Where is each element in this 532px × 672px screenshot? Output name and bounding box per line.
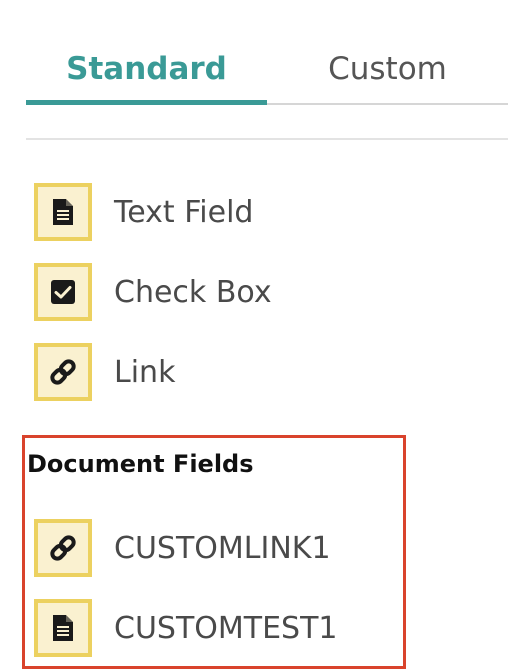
tab-custom[interactable]: Custom bbox=[267, 36, 508, 102]
field-item-link[interactable]: Link bbox=[34, 340, 175, 404]
field-label: Check Box bbox=[114, 274, 272, 310]
document-fields-title: Document Fields bbox=[27, 450, 254, 478]
field-label: CUSTOMLINK1 bbox=[114, 530, 331, 566]
field-palette-panel: Standard Custom Text Field Check Box Lin… bbox=[0, 0, 532, 672]
link-icon bbox=[34, 343, 92, 401]
field-item-customlink1[interactable]: CUSTOMLINK1 bbox=[34, 516, 331, 580]
divider bbox=[26, 138, 508, 140]
checkbox-icon bbox=[34, 263, 92, 321]
field-label: Text Field bbox=[114, 194, 254, 230]
field-item-check-box[interactable]: Check Box bbox=[34, 260, 272, 324]
field-label: Link bbox=[114, 354, 176, 390]
field-item-customtest1[interactable]: CUSTOMTEST1 bbox=[34, 596, 338, 660]
field-item-text-field[interactable]: Text Field bbox=[34, 180, 253, 244]
document-icon bbox=[34, 599, 92, 657]
field-tabs: Standard Custom bbox=[26, 36, 508, 106]
tab-standard[interactable]: Standard bbox=[26, 36, 267, 102]
active-tab-indicator bbox=[26, 100, 267, 105]
link-icon bbox=[34, 519, 92, 577]
field-label: CUSTOMTEST1 bbox=[114, 610, 338, 646]
document-icon bbox=[34, 183, 92, 241]
